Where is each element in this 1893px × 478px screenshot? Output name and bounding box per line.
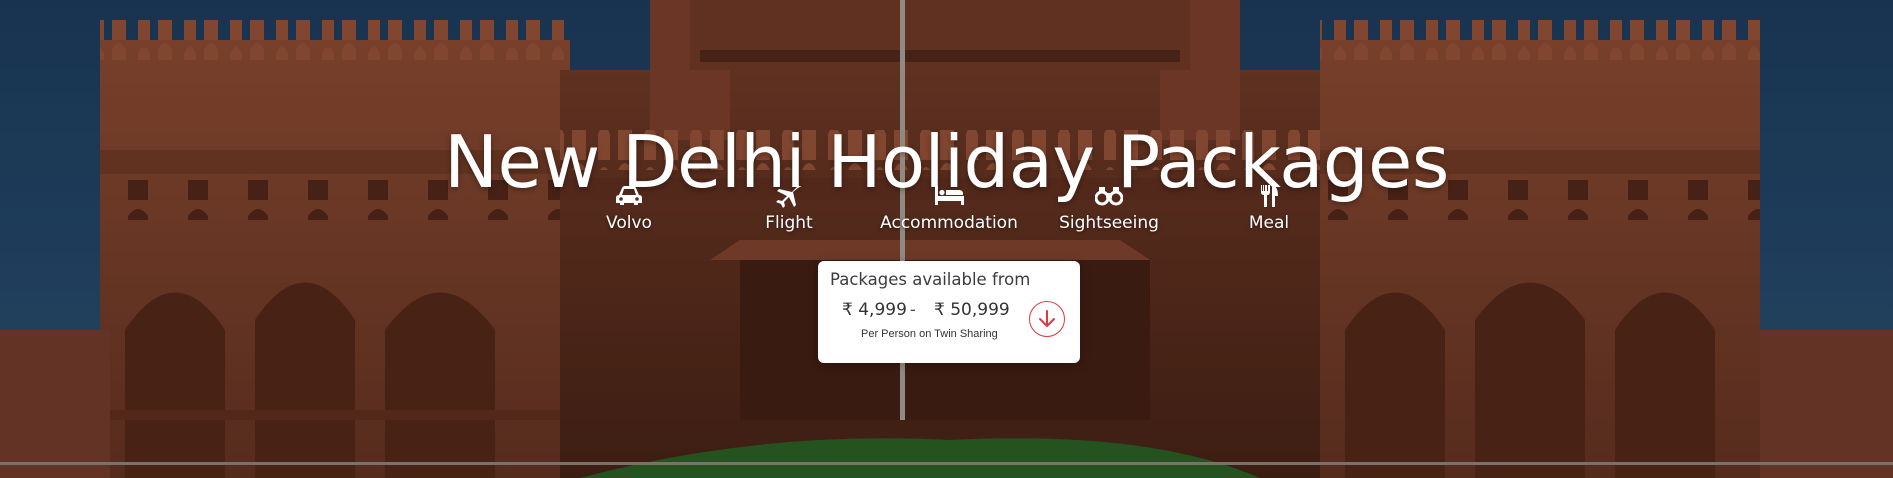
- car-icon: [549, 184, 709, 210]
- rupee-symbol: ₹: [842, 300, 853, 320]
- rupee-symbol: ₹: [934, 300, 945, 320]
- binoculars-icon: [1029, 184, 1189, 210]
- inclusion-label: Accommodation: [880, 213, 1018, 233]
- inclusion-label: Meal: [1248, 213, 1290, 233]
- inclusion-volvo: Volvo: [549, 184, 709, 234]
- price-card-heading: Packages available from: [830, 270, 1031, 289]
- inclusion-label: Sightseeing: [1059, 213, 1159, 233]
- scroll-down-button[interactable]: [1029, 301, 1065, 337]
- price-separator: -: [910, 300, 916, 319]
- plane-icon: [709, 184, 869, 210]
- hero-overlay: [0, 0, 1893, 478]
- price-note: Per Person on Twin Sharing: [861, 328, 998, 340]
- inclusion-flight: Flight: [709, 184, 869, 234]
- arrow-down-circle-icon: [1039, 310, 1055, 327]
- inclusion-accommodation: Accommodation: [869, 184, 1029, 234]
- min-price: ₹ 4,999: [842, 300, 907, 320]
- fork-knife-icon: [1189, 184, 1349, 210]
- bed-icon: [869, 184, 1029, 210]
- max-price: ₹ 50,999: [934, 300, 1010, 320]
- inclusion-meal: Meal: [1189, 184, 1349, 234]
- inclusion-label: Volvo: [606, 213, 652, 233]
- price-card: Packages available from ₹ 4,999 - ₹ 50,9…: [818, 261, 1080, 363]
- inclusion-label: Flight: [765, 213, 813, 233]
- hero-banner: [0, 0, 1893, 478]
- inclusion-sightseeing: Sightseeing: [1029, 184, 1189, 234]
